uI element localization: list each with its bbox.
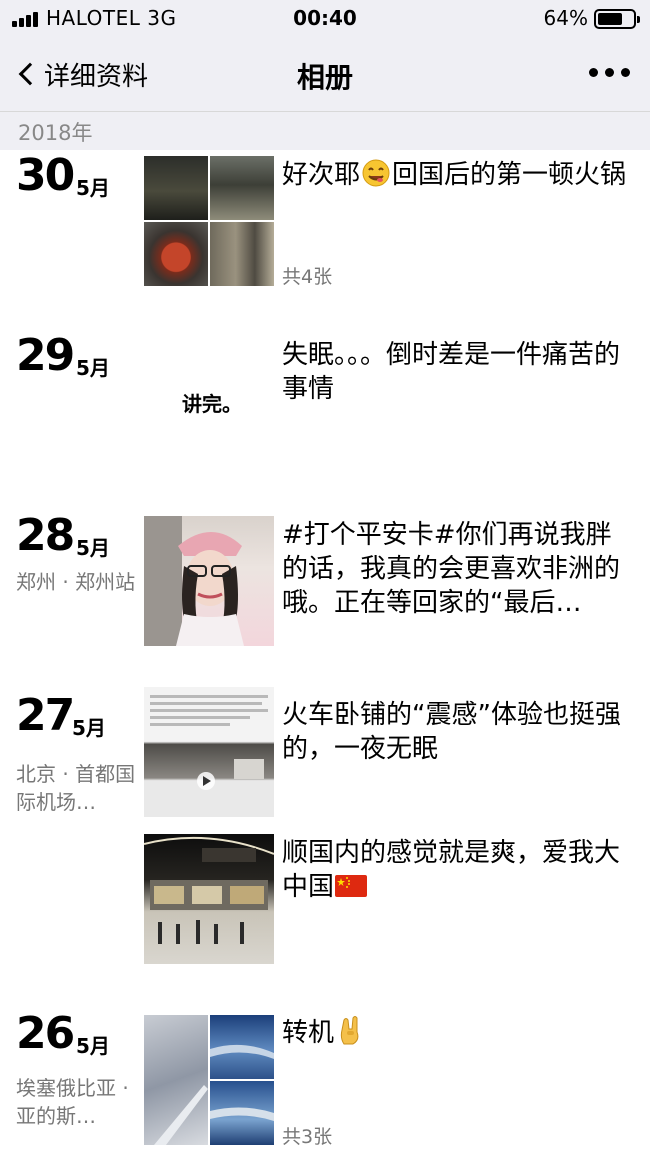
nav-bar: 详细资料 相册	[0, 38, 650, 112]
rock-hand-emoji-icon	[340, 1016, 359, 1045]
photo-thumbnail[interactable]	[210, 222, 274, 286]
status-bar: HALOTEL 3G 00:40 64%	[0, 0, 650, 38]
entry-location: 北京 · 首都国际机场…	[16, 762, 136, 814]
entry-day: 30	[16, 150, 75, 201]
year-label: 2018年	[18, 121, 93, 145]
back-label: 详细资料	[44, 61, 149, 92]
entry-month: 5月	[76, 1034, 110, 1058]
image-caption-text: 讲完。	[182, 392, 242, 416]
back-button[interactable]: 详细资料	[14, 54, 148, 94]
more-button[interactable]	[589, 68, 630, 77]
photo-thumbnail[interactable]	[144, 1015, 208, 1145]
entry-location: 郑州 · 郑州站	[16, 570, 136, 594]
entry-day: 29	[16, 330, 75, 381]
entry-month: 5月	[76, 176, 110, 200]
entry-day: 26	[16, 1008, 75, 1059]
entry-day: 28	[16, 510, 75, 561]
photo-grid[interactable]	[144, 156, 274, 286]
entry-month: 5月	[76, 536, 110, 560]
post-text: 顺国内的感觉就是爽，爱我大中国	[282, 838, 621, 902]
photo-thumbnail[interactable]	[210, 1015, 274, 1079]
post-text: 失眠。。。倒时差是一件痛苦的事情	[282, 340, 621, 404]
battery-icon	[594, 9, 640, 29]
entry-month: 5月	[72, 716, 106, 740]
photo-thumbnail[interactable]	[144, 156, 208, 220]
post-text: 火车卧铺的“震感”体验也挺强的，一夜无眠	[282, 700, 621, 764]
photo-count: 共4张	[282, 266, 333, 288]
yummy-face-emoji-icon	[362, 159, 390, 187]
entry-day: 27	[16, 690, 75, 741]
video-thumbnail[interactable]	[144, 687, 274, 817]
post-text: #打个平安卡#你们再说我胖的话，我真的会更喜欢非洲的哦。正在等回家的“最后…	[282, 520, 621, 618]
chevron-left-icon	[18, 62, 42, 86]
photo-count: 共3张	[282, 1126, 333, 1148]
post-text: 转机	[282, 1016, 634, 1050]
year-header: 2018年	[0, 112, 650, 150]
post-text: 好次耶 回国后的第一顿火锅	[282, 159, 627, 190]
photo-thumbnail[interactable]	[144, 222, 208, 286]
china-flag-icon	[335, 875, 368, 897]
battery-percent: 64%	[543, 6, 588, 30]
photo-thumbnail[interactable]	[144, 516, 274, 646]
photo-thumbnail[interactable]	[144, 834, 274, 964]
more-dots-icon	[589, 68, 598, 77]
entry-location: 埃塞俄比亚 · 亚的斯…	[16, 1076, 129, 1128]
entry-month: 5月	[76, 356, 110, 380]
photo-grid[interactable]	[144, 1015, 274, 1145]
photo-thumbnail[interactable]	[210, 156, 274, 220]
photo-thumbnail[interactable]	[210, 1081, 274, 1145]
